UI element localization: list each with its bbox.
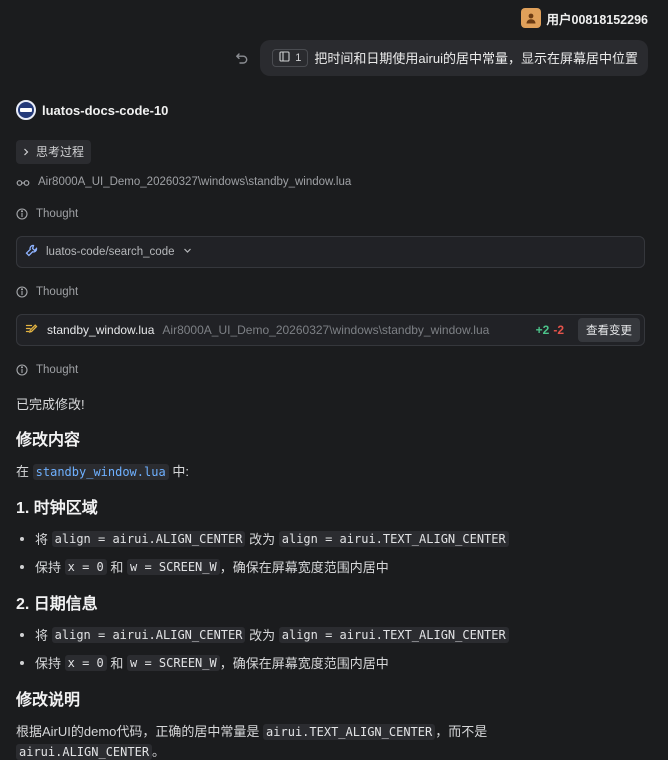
chevron-right-icon: [22, 145, 30, 159]
read-file-path: Air8000A_UI_Demo_20260327\windows\standb…: [38, 176, 352, 188]
inline-code: align = airui.ALIGN_CENTER: [51, 530, 246, 547]
list-item: 将 align = airui.ALIGN_CENTER 改为 align = …: [20, 529, 509, 548]
context-badge[interactable]: 1: [272, 48, 309, 67]
text: 。: [152, 744, 166, 759]
thinking-label: 思考过程: [36, 145, 85, 159]
user-message-text: 把时间和日期使用airui的居中常量，显示在屏幕居中位置: [314, 51, 638, 66]
agent-logo-icon: [16, 100, 36, 120]
info-icon: [16, 286, 28, 298]
in-prefix: 在: [16, 464, 30, 479]
bullet: [20, 564, 24, 569]
inline-code: airui.ALIGN_CENTER: [16, 744, 153, 760]
list-item: 保持 x = 0 和 w = SCREEN_W ，确保在屏幕宽度范围内居中: [20, 653, 389, 672]
bullet: [20, 536, 24, 541]
inline-code: align = airui.TEXT_ALIGN_CENTER: [278, 626, 509, 643]
text: 改为: [249, 628, 276, 643]
inline-code: align = airui.ALIGN_CENTER: [51, 626, 246, 643]
tool-call-card[interactable]: luatos-code/search_code: [16, 236, 645, 268]
user-message-bubble[interactable]: 1 把时间和日期使用airui的居中常量，显示在屏幕居中位置: [260, 40, 648, 76]
inline-code: x = 0: [64, 654, 107, 671]
heading-clock: 1. 时钟区域: [16, 500, 98, 517]
user-name: 用户00818152296: [546, 12, 648, 27]
list-item: 保持 x = 0 和 w = SCREEN_W ，确保在屏幕宽度范围内居中: [20, 557, 389, 576]
inline-code: w = SCREEN_W: [127, 654, 220, 671]
in-file-line: 在 standby_window.lua 中:: [16, 461, 189, 480]
info-icon: [16, 208, 28, 220]
text: 将: [35, 628, 49, 643]
undo-icon[interactable]: [234, 50, 250, 66]
thought-row-3[interactable]: Thought: [16, 364, 78, 376]
heading-date: 2. 日期信息: [16, 596, 98, 613]
diff-added: +2: [535, 323, 550, 337]
context-count: 1: [295, 51, 302, 64]
done-text: 已完成修改!: [16, 397, 85, 412]
file-link[interactable]: standby_window.lua: [32, 464, 169, 480]
diff-removed: -2: [553, 323, 564, 337]
agent-header: luatos-docs-code-10: [16, 100, 647, 120]
thought-label: Thought: [36, 364, 79, 376]
chevron-down-icon: [183, 246, 192, 258]
read-file-row[interactable]: Air8000A_UI_Demo_20260327\windows\standb…: [16, 176, 351, 188]
inline-code: x = 0: [64, 558, 107, 575]
edit-file-path: Air8000A_UI_Demo_20260327\windows\standb…: [162, 323, 490, 337]
thought-label: Thought: [36, 208, 79, 220]
heading-notes: 修改说明: [16, 692, 81, 709]
view-changes-button[interactable]: 查看变更: [578, 318, 640, 342]
assistant-response: luatos-docs-code-10 思考过程 Air8000A_UI_Dem…: [16, 100, 647, 760]
text: 改为: [249, 532, 276, 547]
glasses-icon: [16, 177, 30, 187]
text: 保持: [35, 560, 62, 575]
text: 根据AirUI的demo代码，正确的居中常量是: [16, 724, 260, 739]
edit-file-icon: [25, 322, 39, 339]
wrench-icon: [25, 244, 38, 260]
thought-label: Thought: [36, 286, 79, 298]
file-context-icon: [279, 50, 290, 65]
text: ，而不是: [435, 724, 488, 739]
info-icon: [16, 364, 28, 376]
user-avatar-icon: [520, 8, 541, 28]
heading-changes: 修改内容: [16, 432, 81, 449]
thought-row-1[interactable]: Thought: [16, 208, 78, 220]
text: 将: [35, 532, 49, 547]
bullet: [20, 632, 24, 637]
thinking-toggle[interactable]: 思考过程: [16, 140, 92, 164]
text: ，确保在屏幕宽度范围内居中: [219, 656, 389, 671]
edit-file-name: standby_window.lua: [47, 323, 155, 337]
agent-name: luatos-docs-code-10: [42, 102, 169, 118]
tool-call-label: luatos-code/search_code: [46, 246, 175, 258]
inline-code: w = SCREEN_W: [127, 558, 220, 575]
notes-line-2: airui.ALIGN_CENTER。: [16, 741, 165, 760]
inline-code: align = airui.TEXT_ALIGN_CENTER: [278, 530, 509, 547]
notes-line: 根据AirUI的demo代码，正确的居中常量是 airui.TEXT_ALIGN…: [16, 721, 487, 740]
edit-file-card[interactable]: standby_window.lua Air8000A_UI_Demo_2026…: [16, 314, 645, 346]
user-profile[interactable]: 用户00818152296: [520, 8, 648, 28]
text: 保持: [35, 656, 62, 671]
text: 和: [110, 656, 124, 671]
in-suffix: 中:: [172, 464, 189, 479]
text: 和: [110, 560, 124, 575]
text: ，确保在屏幕宽度范围内居中: [219, 560, 389, 575]
thought-row-2[interactable]: Thought: [16, 286, 78, 298]
inline-code: airui.TEXT_ALIGN_CENTER: [263, 724, 436, 740]
user-message-row: 1 把时间和日期使用airui的居中常量，显示在屏幕居中位置: [234, 40, 648, 76]
list-item: 将 align = airui.ALIGN_CENTER 改为 align = …: [20, 625, 509, 644]
bullet: [20, 660, 24, 665]
diff-stats: +2 -2: [536, 323, 564, 337]
